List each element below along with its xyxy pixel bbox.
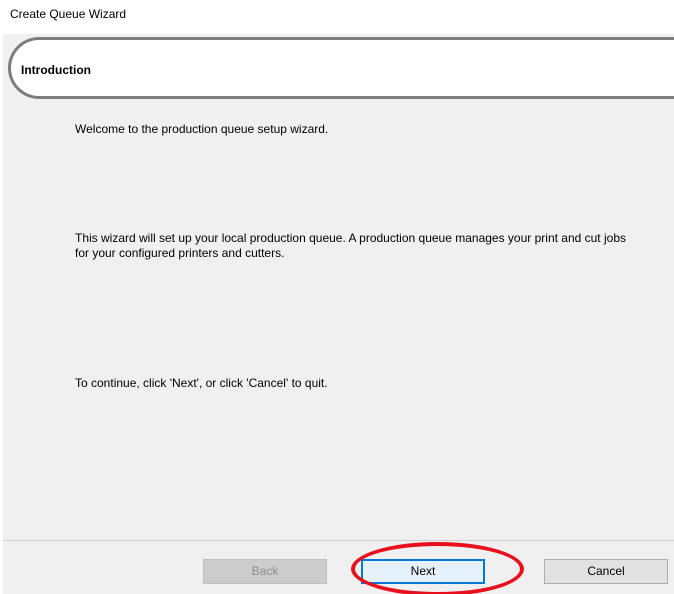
continue-hint-text: To continue, click 'Next', or click 'Can…: [75, 376, 328, 390]
window-title: Create Queue Wizard: [10, 7, 127, 21]
cancel-button[interactable]: Cancel: [544, 559, 668, 584]
create-queue-wizard-window: Create Queue Wizard Introduction Welcome…: [0, 0, 674, 594]
description-text: This wizard will set up your local produ…: [75, 231, 626, 260]
title-bar: Create Queue Wizard: [0, 0, 674, 34]
welcome-text: Welcome to the production queue setup wi…: [75, 122, 329, 136]
page-title: Introduction: [21, 63, 91, 77]
next-button[interactable]: Next: [361, 559, 485, 584]
wizard-header: [8, 37, 674, 99]
wizard-content-panel: Introduction Welcome to the production q…: [3, 34, 674, 540]
back-button[interactable]: Back: [203, 559, 327, 584]
wizard-footer: Back Next Cancel: [3, 541, 674, 594]
